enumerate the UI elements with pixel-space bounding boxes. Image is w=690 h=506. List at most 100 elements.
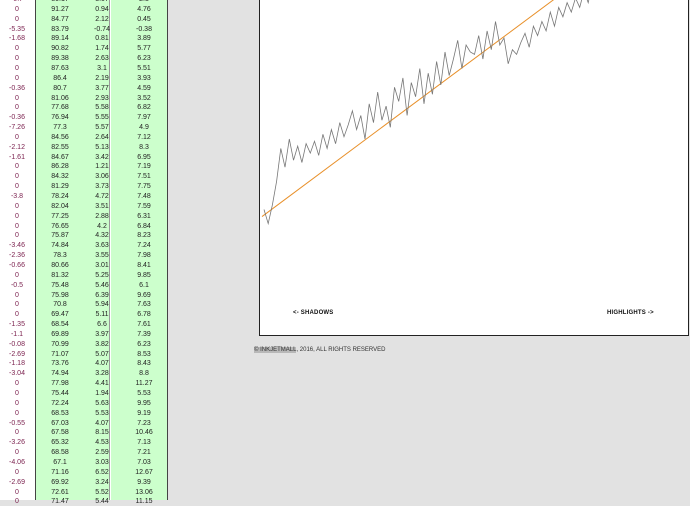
table-cell-c: 3.03 <box>95 458 109 466</box>
table-cell-a: -1.61 <box>9 153 25 161</box>
table-cell-a: 0 <box>15 94 19 102</box>
table-cell-b: 77.98 <box>51 380 69 388</box>
table-cell-d: 11.27 <box>135 380 153 388</box>
table-cell-a: 0 <box>15 5 19 13</box>
table-cell-d: 9.39 <box>137 478 151 486</box>
table-cell-c: 2.63 <box>95 55 109 63</box>
table-cell-a: 0 <box>15 222 19 230</box>
table-cell-c: 5.11 <box>95 311 109 319</box>
table-cell-b: 91.27 <box>51 5 69 13</box>
table-cell-d: 10.46 <box>135 429 153 437</box>
table-cell-b: 86.28 <box>51 163 69 171</box>
table-cell-b: 84.67 <box>51 153 69 161</box>
table-cell-a: 0 <box>15 202 19 210</box>
table-cell-c: 3.82 <box>95 340 109 348</box>
table-cell-d: 8.23 <box>137 232 151 240</box>
table-cell-d: 7.39 <box>137 330 151 338</box>
table-cell-b: 71.07 <box>51 350 69 358</box>
table-cell-d: 6.1 <box>139 281 149 289</box>
table-cell-c: 5.44 <box>95 498 109 506</box>
table-cell-c: 3.01 <box>95 261 109 269</box>
table-cell-d: 7.51 <box>137 173 151 181</box>
table-cell-c: 5.94 <box>95 301 109 309</box>
table-cell-b: 68.53 <box>51 409 69 417</box>
table-cell-a: -3.26 <box>9 439 25 447</box>
table-cell-a: 0 <box>15 212 19 220</box>
table-cell-a: 0 <box>15 399 19 407</box>
table-cell-c: 2.19 <box>95 74 109 82</box>
table-cell-b: 74.84 <box>51 242 69 250</box>
table-cell-a: -2.12 <box>9 143 25 151</box>
table-cell-c: 6.6 <box>97 321 107 329</box>
table-cell-b: 69.47 <box>51 311 69 319</box>
table-cell-d: 7.97 <box>137 114 151 122</box>
table-cell-d: 7.23 <box>137 419 151 427</box>
table-cell-c: 2.59 <box>95 449 109 457</box>
table-cell-b: 81.29 <box>51 183 69 191</box>
table-cell-d: 7.61 <box>137 321 151 329</box>
table-cell-b: 65.32 <box>51 439 69 447</box>
table-cell-c: 2.93 <box>95 94 109 102</box>
table-cell-a: -3.8 <box>10 193 24 200</box>
table-cell-d: 7.98 <box>137 252 151 260</box>
table-cell-a: 0 <box>15 55 19 63</box>
table-cell-c: -0.74 <box>94 25 110 33</box>
table-cell-a: -1.18 <box>9 360 25 368</box>
table-cell-b: 80.7 <box>53 84 67 92</box>
table-cell-d: 6.84 <box>137 222 151 230</box>
table-cell-c: 4.72 <box>95 193 109 200</box>
table-cell-c: 6.39 <box>95 291 109 299</box>
table-cell-d: 5.53 <box>137 390 151 397</box>
table-cell-a: -5.35 <box>9 25 25 33</box>
table-cell-d: 9.95 <box>137 399 151 407</box>
table-cell-c: 3.1 <box>97 64 107 72</box>
table-cell-c: 0.81 <box>95 35 109 43</box>
table-cell-d: 4.59 <box>137 84 151 92</box>
table-cell-c: 5.53 <box>95 409 109 417</box>
table-cell-c: 1.21 <box>95 163 109 171</box>
table-cell-c: 5.52 <box>95 488 109 496</box>
table-cell-a: 0 <box>15 291 19 299</box>
table-cell-d: 5.77 <box>137 45 151 53</box>
table-cell-b: 67.1 <box>53 458 67 466</box>
table-cell-c: 2.64 <box>95 133 109 141</box>
table-cell-b: 75.44 <box>51 390 69 397</box>
data-series-line <box>263 0 590 226</box>
table-cell-b: 76.65 <box>51 222 69 230</box>
table-cell-a: -1.1 <box>10 330 24 338</box>
highlights-label: HIGHLIGHTS -> <box>607 310 654 316</box>
table-cell-b: 74.94 <box>51 370 69 378</box>
table-cell-a: 0 <box>15 301 19 309</box>
table-cell-c: 3.28 <box>95 370 109 378</box>
table-cell-d: 13.06 <box>135 488 153 496</box>
table-cell-b: 67.58 <box>51 429 69 437</box>
table-cell-a: 0 <box>15 271 19 279</box>
tone-chart: <- SHADOWS HIGHLIGHTS -> <box>259 0 689 336</box>
table-cell-b: 77.25 <box>51 212 69 220</box>
table-cell-b: 86.4 <box>53 74 67 82</box>
table-cell-b: 77.68 <box>51 104 69 112</box>
table-cell-a: -2.36 <box>9 252 25 260</box>
table-cell-d: 3.89 <box>137 35 151 43</box>
table-cell-d: 2.3 <box>122 0 166 4</box>
table-cell-c: 4.2 <box>97 222 107 230</box>
table-cell-a: 0 <box>15 133 19 141</box>
table-cell-c: 3.07 <box>82 0 122 4</box>
table-cell-b: 77.3 <box>53 124 67 132</box>
copyright-text: , 2016, ALL RIGHTS RESERVED <box>296 347 386 353</box>
table-cell-b: 89.14 <box>51 35 69 43</box>
table-cell-d: 4.76 <box>137 5 151 13</box>
table-cell-a: 0 <box>15 409 19 417</box>
table-cell-d: 9.69 <box>137 291 151 299</box>
table-cell-a: 0 <box>15 163 19 171</box>
table-cell-b: 70.99 <box>51 340 69 348</box>
table-cell-a: -2.69 <box>9 478 25 486</box>
copyright-notice: © INKJETMALL, 2016, ALL RIGHTS RESERVED <box>254 347 385 353</box>
table-cell-d: 8.43 <box>137 360 151 368</box>
table-cell-c: 4.53 <box>95 439 109 447</box>
table-cell-c: 2.12 <box>95 15 109 23</box>
table-cell-d: 6.82 <box>137 104 151 112</box>
table-cell-c: 0.94 <box>95 5 109 13</box>
table-cell-c: 3.42 <box>95 153 109 161</box>
table-cell-b: 84.32 <box>51 173 69 181</box>
